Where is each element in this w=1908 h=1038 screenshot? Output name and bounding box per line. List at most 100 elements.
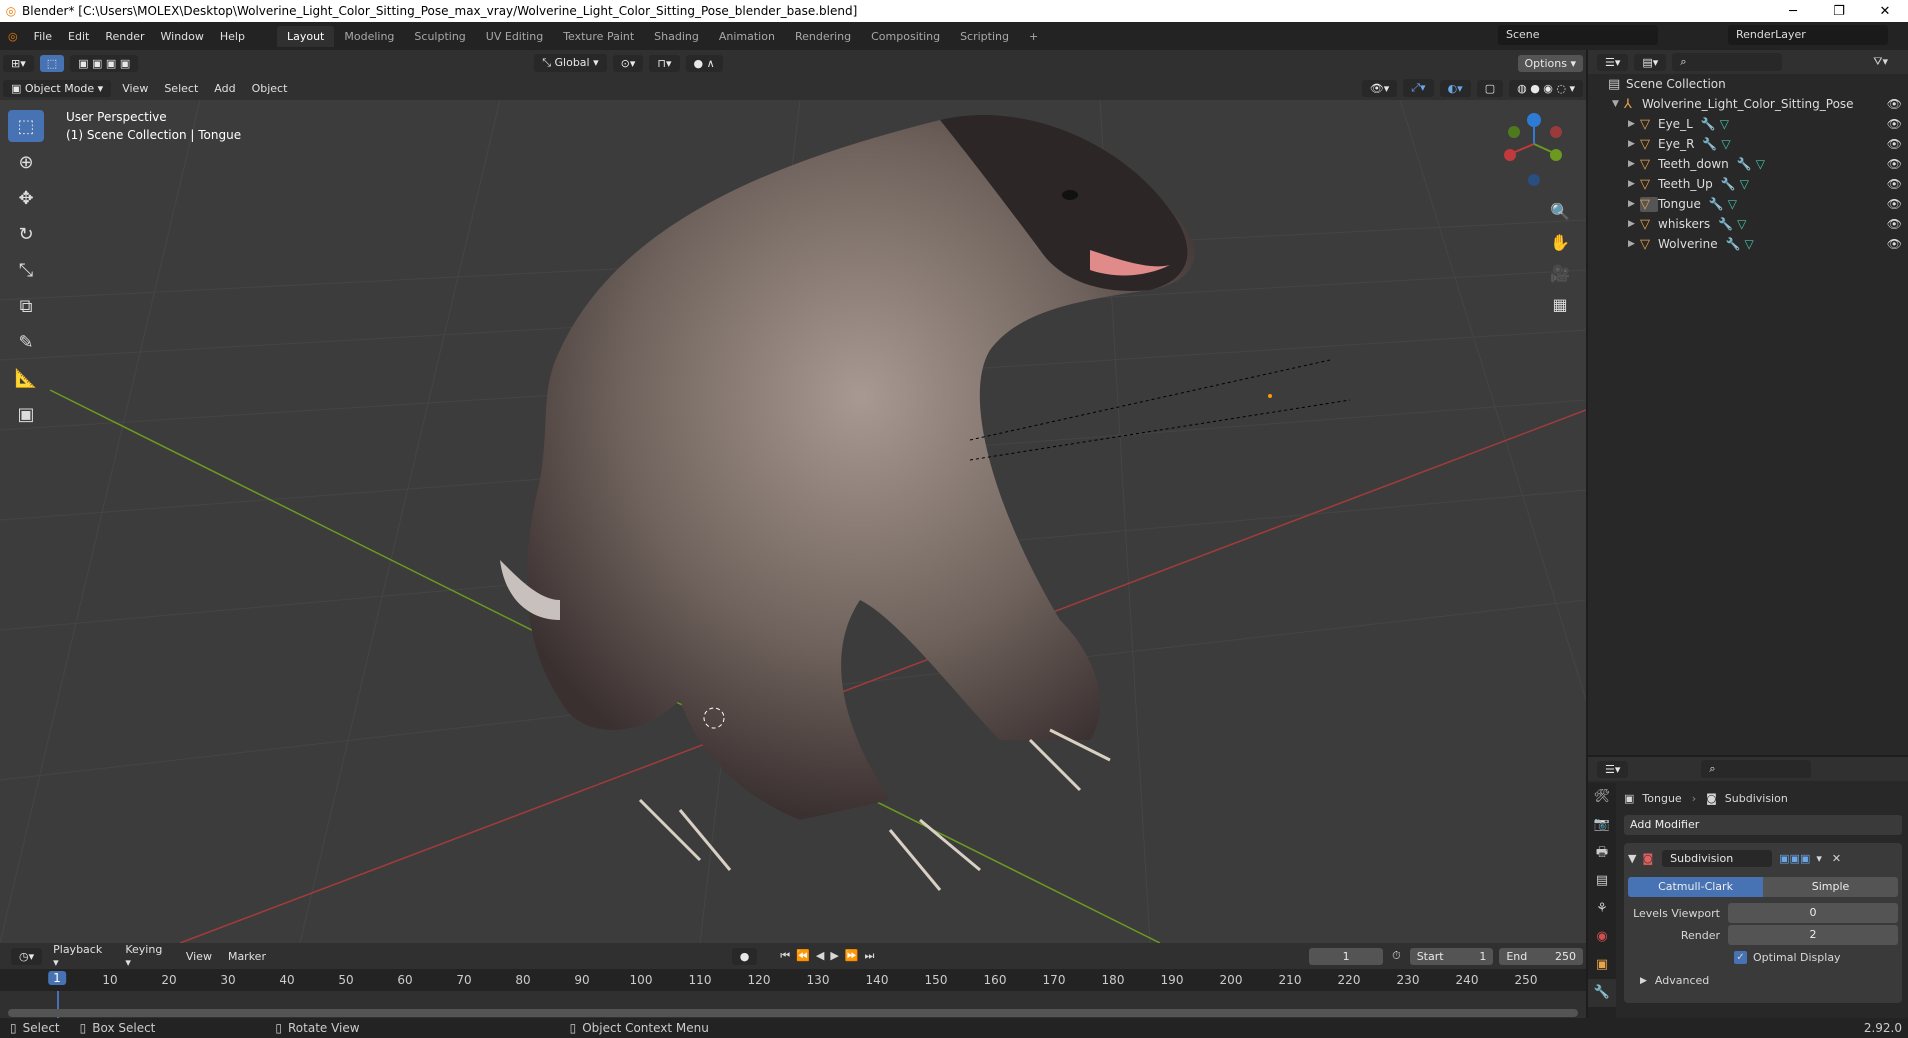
outliner-editor-icon[interactable]: ☰▾ <box>1597 53 1629 71</box>
menu-render[interactable]: Render <box>97 30 152 43</box>
display-mode-icon[interactable]: ▤▾ <box>1634 53 1667 71</box>
visibility-eye-icon[interactable]: 👁 <box>1887 117 1902 131</box>
remove-modifier-icon[interactable]: ✕ <box>1832 852 1841 865</box>
expand-icon[interactable]: ▼ <box>1612 99 1624 109</box>
tab-animation[interactable]: Animation <box>709 26 785 47</box>
minimize-icon[interactable]: ─ <box>1770 4 1816 19</box>
properties-editor-icon[interactable]: ☰▾ <box>1597 760 1629 778</box>
blender-menu-icon[interactable]: ◎ <box>0 30 26 43</box>
expand-icon[interactable]: ▶ <box>1628 219 1640 229</box>
visibility-eye-icon[interactable]: 👁 <box>1887 137 1902 151</box>
expand-icon[interactable]: ▶ <box>1628 199 1640 209</box>
shading-modes-icon[interactable]: ◍ ● ◉ ◌ ▾ <box>1509 79 1583 97</box>
menu-add[interactable]: Add <box>206 82 243 95</box>
menu-help[interactable]: Help <box>212 30 253 43</box>
view-layer-tab-icon[interactable]: ▤ <box>1588 867 1616 895</box>
render-tab-icon[interactable]: 📷 <box>1588 811 1616 839</box>
selection-mode-buttons[interactable]: ▣ ▣ ▣ ▣ <box>70 54 139 72</box>
current-frame-field[interactable]: 1 <box>1309 947 1384 965</box>
scene-tab-icon[interactable]: ⚘ <box>1588 895 1616 923</box>
tab-modeling[interactable]: Modeling <box>334 26 404 47</box>
levels-viewport-field[interactable]: 0 <box>1728 903 1898 923</box>
tab-compositing[interactable]: Compositing <box>861 26 950 47</box>
outliner-search-input[interactable]: ⌕ <box>1672 53 1783 71</box>
close-icon[interactable]: ✕ <box>1862 4 1908 19</box>
timeline-ruler[interactable]: 1 10 20 30 40 50 60 70 80 90 100 110 120… <box>0 969 1586 991</box>
preview-range-icon[interactable]: ⏱ <box>1392 949 1401 963</box>
outliner-item-wolverine[interactable]: ▶ ▽ Wolverine 🔧 ▽ 👁 <box>1588 234 1908 254</box>
menu-view[interactable]: View <box>114 82 156 95</box>
pan-hand-icon[interactable]: ✋ <box>1546 229 1574 257</box>
playback-controls-icon[interactable]: ⏮⏪◀▶⏩⏭ <box>780 949 880 963</box>
expand-icon[interactable]: ▶ <box>1628 159 1640 169</box>
annotate-tool-icon[interactable]: ✎ <box>8 326 44 358</box>
outliner-item-teeth-up[interactable]: ▶ ▽ Teeth_Up 🔧 ▽ 👁 <box>1588 174 1908 194</box>
record-icon[interactable]: ● <box>731 947 758 965</box>
expand-icon[interactable]: ▶ <box>1628 239 1640 249</box>
pivot-icon[interactable]: ⊙▾ <box>612 54 644 72</box>
tab-scripting[interactable]: Scripting <box>950 26 1019 47</box>
outliner-item-whiskers[interactable]: ▶ ▽ whiskers 🔧 ▽ 👁 <box>1588 214 1908 234</box>
options-button[interactable]: Options ▾ <box>1517 54 1583 72</box>
render-levels-field[interactable]: 2 <box>1728 925 1898 945</box>
tab-sculpting[interactable]: Sculpting <box>404 26 475 47</box>
select-box-tool-icon[interactable]: ⬚ <box>8 110 44 142</box>
tool-tab-icon[interactable]: 🛠 <box>1588 783 1616 811</box>
transform-tool-icon[interactable]: ⧉ <box>8 290 44 322</box>
timeline-scrollbar[interactable] <box>8 1009 1578 1017</box>
gizmo-icon[interactable]: ⤢▾ <box>1403 79 1434 97</box>
modifier-name-field[interactable]: Subdivision <box>1662 849 1773 867</box>
menu-object[interactable]: Object <box>244 82 296 95</box>
visibility-eye-icon[interactable]: 👁 <box>1887 157 1902 171</box>
snap-icon[interactable]: ⊓▾ <box>649 54 680 72</box>
xray-icon[interactable]: ▢ <box>1476 79 1504 97</box>
mode-selector[interactable]: ▣ Object Mode ▾ <box>3 79 112 97</box>
cursor-tool-icon[interactable]: ⊕ <box>8 146 44 178</box>
add-cube-tool-icon[interactable]: ▣ <box>8 398 44 430</box>
output-tab-icon[interactable]: 🖶 <box>1588 839 1616 867</box>
overlay-icon[interactable]: ◐▾ <box>1439 79 1471 97</box>
modifier-tab-icon[interactable]: 🔧 <box>1588 979 1616 1007</box>
proportional-edit-icon[interactable]: ● ∧ <box>685 54 723 72</box>
3d-viewport[interactable]: User Perspective (1) Scene Collection | … <box>0 100 1586 943</box>
collapse-icon[interactable]: ▼ <box>1628 852 1636 865</box>
tab-layout[interactable]: Layout <box>276 25 335 47</box>
menu-window[interactable]: Window <box>153 30 212 43</box>
outliner-item-eye-r[interactable]: ▶ ▽ Eye_R 🔧 ▽ 👁 <box>1588 134 1908 154</box>
simple-button[interactable]: Simple <box>1763 877 1898 897</box>
restore-icon[interactable]: ❐ <box>1816 4 1862 19</box>
zoom-icon[interactable]: 🔍 <box>1546 198 1574 226</box>
measure-tool-icon[interactable]: 📐 <box>8 362 44 394</box>
tab-shading[interactable]: Shading <box>644 26 709 47</box>
rotate-tool-icon[interactable]: ↻ <box>8 218 44 250</box>
properties-search-input[interactable]: ⌕ <box>1701 760 1812 778</box>
expand-icon[interactable]: ▶ <box>1628 139 1640 149</box>
menu-timeline-view[interactable]: View <box>178 950 220 963</box>
tab-texture-paint[interactable]: Texture Paint <box>553 26 644 47</box>
move-tool-icon[interactable]: ✥ <box>8 182 44 214</box>
menu-edit[interactable]: Edit <box>60 30 97 43</box>
add-modifier-button[interactable]: Add Modifier <box>1624 815 1902 835</box>
tab-uv-editing[interactable]: UV Editing <box>476 26 553 47</box>
outliner-collection[interactable]: ▼ ⅄ Wolverine_Light_Color_Sitting_Pose 👁 <box>1588 94 1908 114</box>
visibility-eye-icon[interactable]: 👁 <box>1887 97 1902 111</box>
catmull-clark-button[interactable]: Catmull-Clark <box>1628 877 1763 897</box>
outliner-item-eye-l[interactable]: ▶ ▽ Eye_L 🔧 ▽ 👁 <box>1588 114 1908 134</box>
expand-icon[interactable]: ▶ <box>1628 119 1640 129</box>
outliner-scene-collection[interactable]: ▤ Scene Collection <box>1588 74 1908 94</box>
timeline-editor-icon[interactable]: ◷▾ <box>11 947 43 965</box>
filter-icon[interactable]: ⛛▾ <box>1873 55 1888 69</box>
visibility-eye-icon[interactable]: 👁 <box>1887 217 1902 231</box>
camera-view-icon[interactable]: 🎥 <box>1546 260 1574 288</box>
menu-select[interactable]: Select <box>156 82 206 95</box>
playhead[interactable]: 1 <box>48 971 66 985</box>
outliner-item-tongue[interactable]: ▶ ▽ Tongue 🔧 ▽ 👁 <box>1588 194 1908 214</box>
visibility-eye-icon[interactable]: 👁 <box>1887 237 1902 251</box>
modifier-dropdown-icon[interactable]: ▾ <box>1816 852 1822 865</box>
advanced-panel[interactable]: ▶ Advanced <box>1628 974 1898 987</box>
menu-playback[interactable]: Playback ▾ <box>45 943 117 969</box>
expand-icon[interactable]: ▶ <box>1628 179 1640 189</box>
menu-marker[interactable]: Marker <box>220 950 274 963</box>
modifier-visibility-icons[interactable]: ▣▣▣ <box>1779 852 1810 865</box>
render-layer-selector[interactable]: RenderLayer <box>1728 25 1888 45</box>
